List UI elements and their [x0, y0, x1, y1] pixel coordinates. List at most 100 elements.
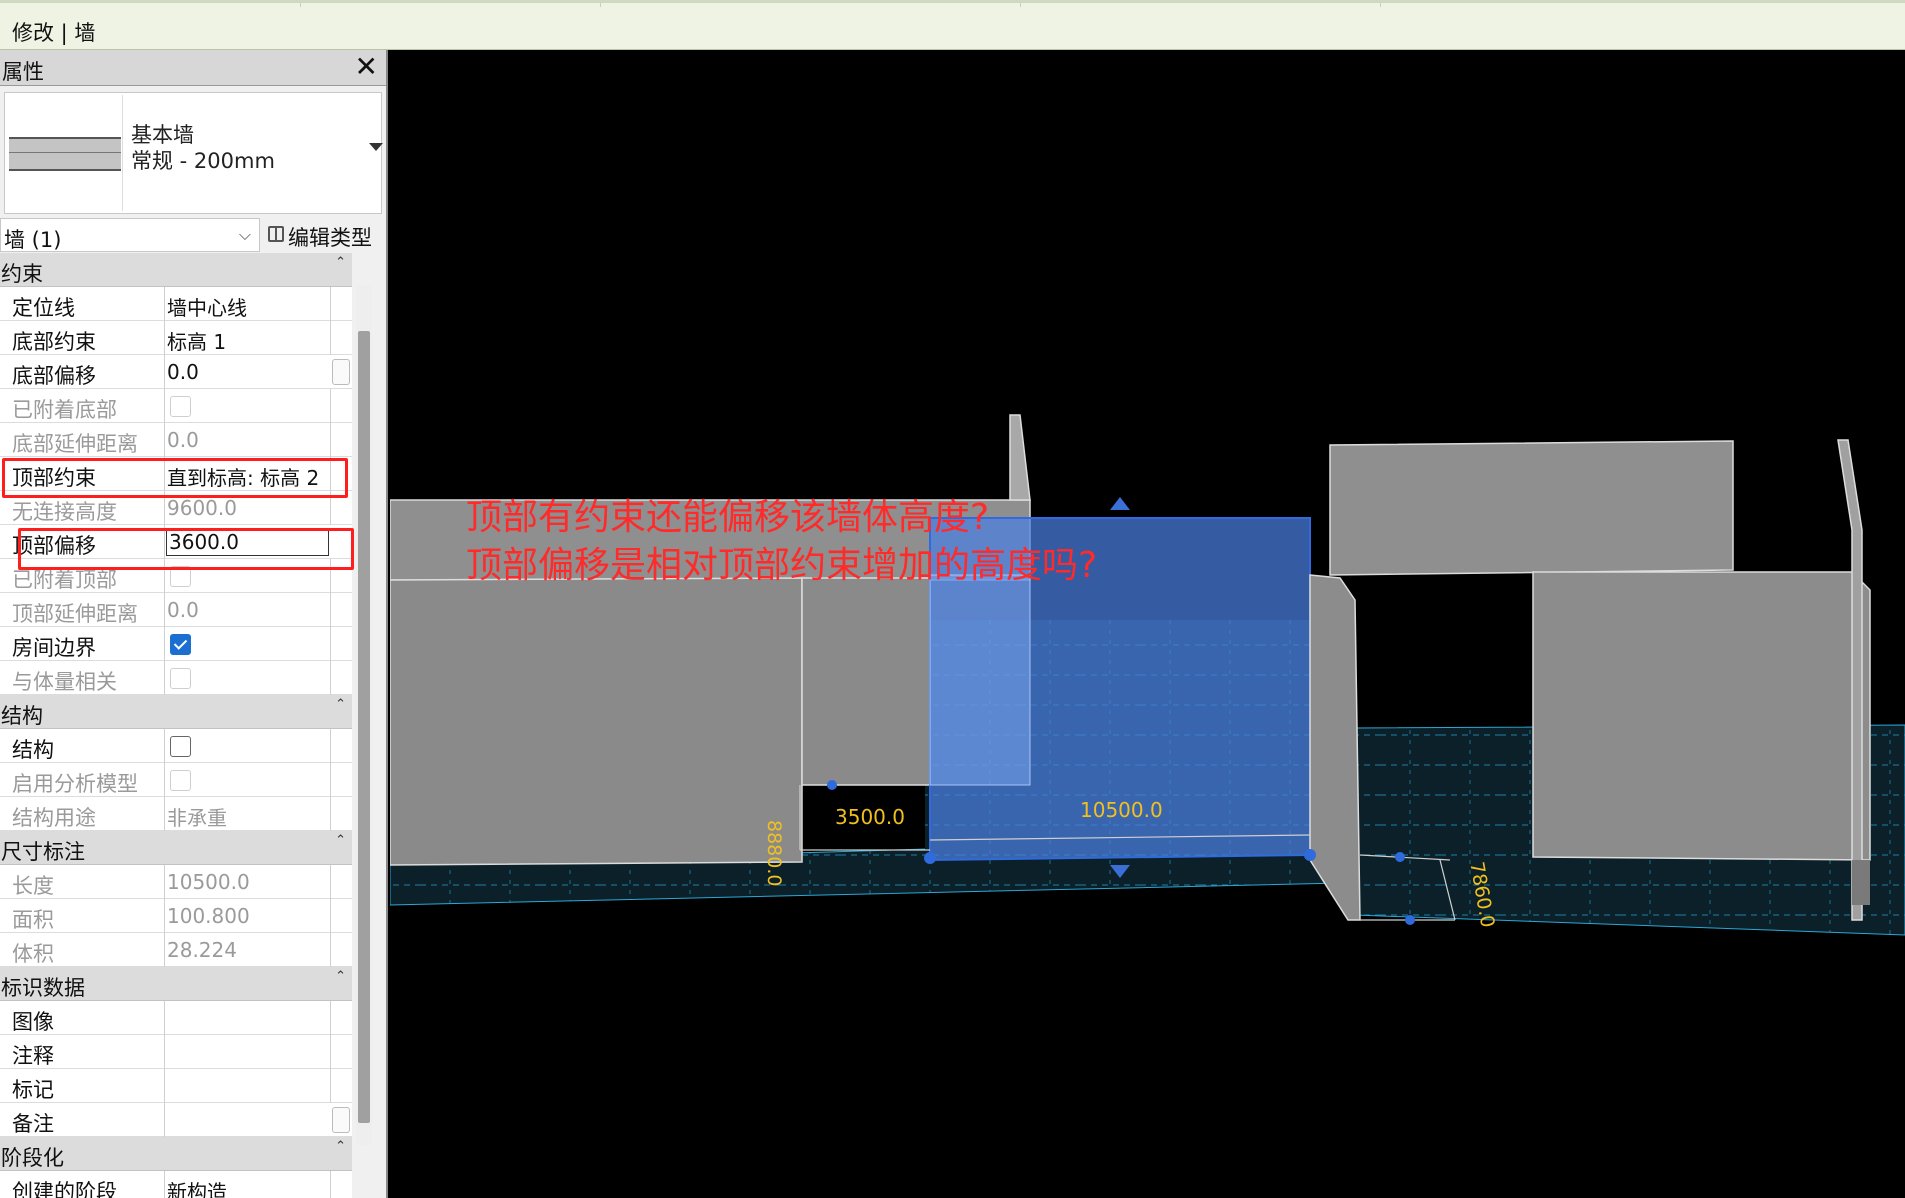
- property-value[interactable]: 0.0: [167, 360, 199, 384]
- annotation-question: 顶部有约束还能偏移该墙体高度? 顶部偏移是相对顶部约束增加的高度吗?: [466, 494, 1097, 590]
- instance-filter-dropdown[interactable]: 墙 (1) ⌵: [0, 218, 260, 252]
- property-value: 0.0: [167, 598, 199, 622]
- group-label: 阶段化: [1, 1146, 64, 1170]
- wall-right-curved: [1309, 574, 1361, 921]
- property-key: 启用分析模型: [12, 772, 138, 796]
- row-mark[interactable]: 标记: [0, 1069, 352, 1103]
- wall-type-thumbnail: [7, 95, 123, 211]
- row-base-attached: 已附着底部: [0, 389, 352, 423]
- ribbon-divider: [600, 3, 601, 7]
- wall-left-front: [390, 577, 803, 866]
- property-key: 标记: [12, 1078, 54, 1102]
- dimension-text-d1[interactable]: 8880.0: [763, 820, 785, 886]
- property-key: 顶部延伸距离: [12, 602, 138, 626]
- property-key: 底部延伸距离: [12, 432, 138, 456]
- collapse-icon[interactable]: ⌃: [335, 697, 346, 712]
- row-base-extension: 底部延伸距离 0.0: [0, 423, 352, 457]
- context-tab-title[interactable]: 修改 | 墙: [12, 17, 95, 47]
- dimension-text-d2[interactable]: 3500.0: [835, 805, 905, 829]
- collapse-icon[interactable]: ⌃: [335, 969, 346, 984]
- instance-row: 墙 (1) ⌵ 编辑类型: [0, 218, 386, 252]
- property-key: 结构: [12, 738, 54, 762]
- property-key: 备注: [12, 1112, 54, 1136]
- row-analytical-model: 启用分析模型: [0, 763, 352, 797]
- row-related-to-mass: 与体量相关: [0, 661, 352, 695]
- property-value[interactable]: 标高 1: [167, 326, 226, 355]
- room-bounding-checkbox[interactable]: [170, 634, 191, 655]
- property-key: 图像: [12, 1010, 54, 1034]
- dimension-text-d3[interactable]: 10500.0: [1080, 798, 1163, 822]
- wall-right-tall: [1329, 440, 1734, 576]
- annotation-line-1: 顶部有约束还能偏移该墙体高度?: [466, 497, 990, 538]
- structural-checkbox[interactable]: [170, 736, 191, 757]
- collapse-icon[interactable]: ⌃: [335, 255, 346, 270]
- analytical-model-checkbox: [170, 770, 191, 791]
- group-phasing[interactable]: 阶段化 ⌃: [0, 1137, 352, 1171]
- property-key: 已附着底部: [12, 398, 117, 422]
- property-key: 结构用途: [12, 806, 96, 830]
- wall-far-right: [1532, 571, 1871, 861]
- close-icon[interactable]: ✕: [355, 50, 378, 83]
- scrollbar-thumb[interactable]: [358, 331, 370, 1123]
- instance-filter-label: 墙 (1): [4, 228, 62, 252]
- row-base-constraint[interactable]: 底部约束 标高 1: [0, 321, 352, 355]
- edit-type-icon: [268, 226, 284, 242]
- row-image[interactable]: 图像: [0, 1001, 352, 1035]
- group-dimensions[interactable]: 尺寸标注 ⌃: [0, 831, 352, 865]
- property-key: 面积: [12, 908, 54, 932]
- group-identity-data[interactable]: 标识数据 ⌃: [0, 967, 352, 1001]
- related-to-mass-checkbox: [170, 668, 191, 689]
- wall-far-base: [1852, 860, 1870, 905]
- group-structural[interactable]: 结构 ⌃: [0, 695, 352, 729]
- property-value: 28.224: [167, 938, 237, 962]
- row-base-offset[interactable]: 底部偏移 0.0: [0, 355, 352, 389]
- property-key: 无连接高度: [12, 500, 117, 524]
- row-notes[interactable]: 备注: [0, 1103, 352, 1137]
- scroll-knob[interactable]: [332, 1107, 350, 1133]
- property-value: 0.0: [167, 428, 199, 452]
- row-length: 长度 10500.0: [0, 865, 352, 899]
- highlight-top-offset: [18, 528, 354, 570]
- chevron-down-icon[interactable]: [369, 143, 383, 151]
- context-tab-bar: 修改 | 墙: [0, 0, 1905, 50]
- base-attached-checkbox: [170, 396, 191, 417]
- properties-header: 属性 ✕: [0, 50, 386, 86]
- scroll-knob[interactable]: [332, 359, 350, 385]
- properties-scrollbar[interactable]: [356, 285, 372, 1145]
- property-key: 定位线: [12, 296, 75, 320]
- 3d-viewport[interactable]: 8880.0 3500.0 10500.0 7860.0: [390, 50, 1905, 1198]
- property-key: 房间边界: [12, 636, 96, 660]
- row-location-line[interactable]: 定位线 墙中心线: [0, 287, 352, 321]
- property-key: 注释: [12, 1044, 54, 1068]
- property-key: 底部偏移: [12, 364, 96, 388]
- row-room-bounding[interactable]: 房间边界: [0, 627, 352, 661]
- group-label: 标识数据: [1, 976, 85, 1000]
- property-key: 创建的阶段: [12, 1180, 117, 1198]
- ribbon-divider: [1020, 3, 1021, 7]
- row-top-extension: 顶部延伸距离 0.0: [0, 593, 352, 627]
- type-selector[interactable]: 基本墙 常规 - 200mm: [4, 92, 383, 214]
- row-structural[interactable]: 结构: [0, 729, 352, 763]
- selected-wall-overlap: [929, 574, 1031, 786]
- wall-left-return: [801, 577, 931, 786]
- property-value[interactable]: 墙中心线: [167, 292, 247, 321]
- model-view-svg: [390, 414, 1905, 936]
- ribbon-divider: [1380, 3, 1381, 7]
- row-comments[interactable]: 注释: [0, 1035, 352, 1069]
- property-value[interactable]: 新构造: [167, 1176, 227, 1198]
- row-volume: 体积 28.224: [0, 933, 352, 967]
- shape-handle-top: [1110, 497, 1130, 510]
- chevron-down-icon: ⌵: [238, 225, 251, 244]
- property-value: 非承重: [167, 806, 227, 830]
- annotation-line-2: 顶部偏移是相对顶部约束增加的高度吗?: [466, 545, 1098, 586]
- wall-end-post: [1009, 414, 1031, 501]
- group-constraints[interactable]: 约束 ⌃: [0, 253, 352, 287]
- property-key: 长度: [12, 874, 54, 898]
- property-key: 与体量相关: [12, 670, 117, 694]
- group-label: 结构: [1, 704, 43, 728]
- properties-title: 属性: [2, 60, 44, 84]
- collapse-icon[interactable]: ⌃: [335, 1139, 346, 1154]
- collapse-icon[interactable]: ⌃: [335, 833, 346, 848]
- property-key: 体积: [12, 942, 54, 966]
- row-phase-created[interactable]: 创建的阶段 新构造: [0, 1171, 352, 1198]
